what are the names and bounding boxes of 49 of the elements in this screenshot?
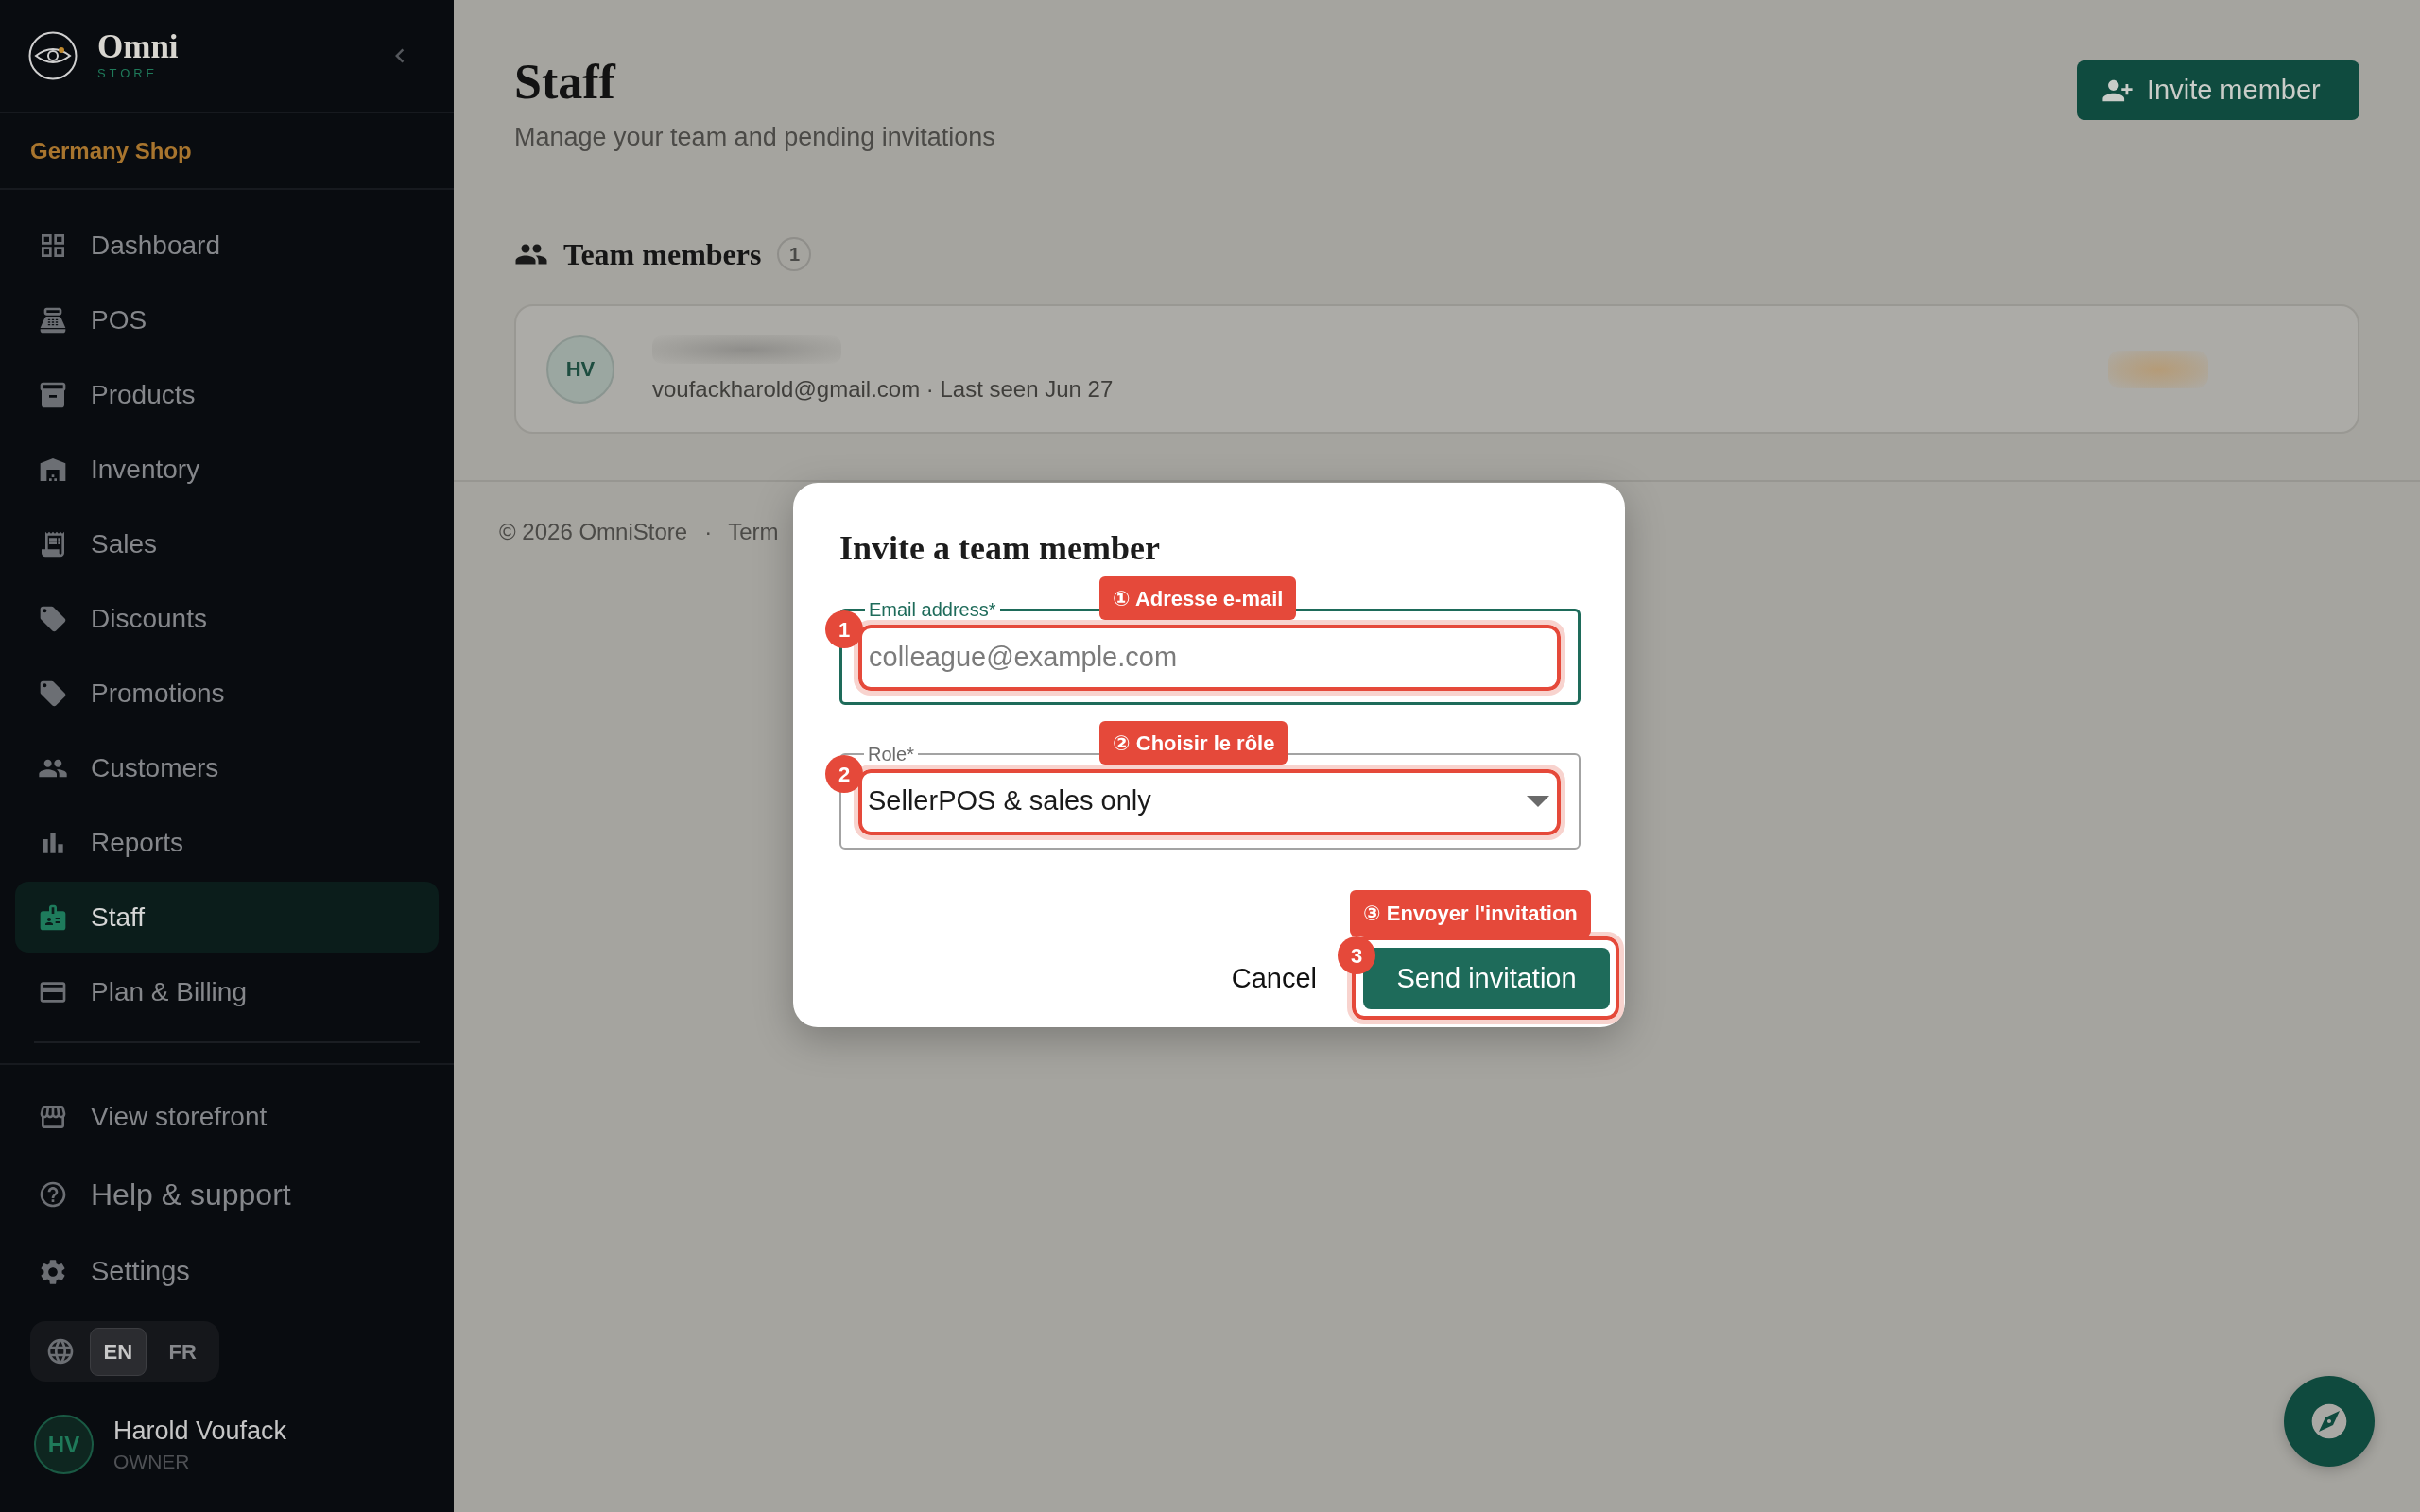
dropdown-caret-icon bbox=[1527, 796, 1549, 807]
language-option[interactable]: FR bbox=[154, 1327, 211, 1376]
separator-dot: · bbox=[704, 518, 713, 546]
user-role: OWNER bbox=[113, 1450, 191, 1474]
field-label: Role* bbox=[867, 743, 915, 765]
footer-link[interactable]: Term bbox=[728, 518, 779, 546]
nav-item[interactable]: POS bbox=[15, 284, 439, 355]
cancel-button[interactable]: Cancel bbox=[1229, 948, 1319, 1009]
user-name: Harold Voufack bbox=[113, 1416, 287, 1447]
nav-item[interactable]: Sales bbox=[15, 508, 439, 579]
field-label: Email address* bbox=[868, 598, 997, 621]
nav-item[interactable]: Plan & Billing bbox=[15, 956, 439, 1027]
annotation-tag: ② Choisir le rôle bbox=[1099, 721, 1288, 765]
nav-item[interactable]: Promotions bbox=[15, 658, 439, 729]
annotation-tag: ③ Envoyer l'invitation bbox=[1350, 890, 1591, 936]
sidebar-link[interactable]: View storefront bbox=[15, 1083, 439, 1151]
nav-item[interactable]: Discounts bbox=[15, 583, 439, 654]
copyright-text: © 2026 OmniStore bbox=[499, 518, 688, 546]
step-number: 2 bbox=[825, 755, 863, 793]
sidebar-link[interactable]: Settings bbox=[15, 1238, 439, 1306]
step-number: 1 bbox=[825, 610, 863, 648]
nav-item[interactable]: Inventory bbox=[15, 434, 439, 505]
page-title: Staff bbox=[514, 58, 617, 107]
nav-item[interactable]: Reports bbox=[15, 807, 439, 878]
annotation-tag: ① Adresse e-mail bbox=[1099, 576, 1297, 620]
nav-item[interactable]: Customers bbox=[15, 732, 439, 803]
dialog-title: Invite a team member bbox=[839, 531, 1161, 565]
count-badge: 1 bbox=[777, 237, 812, 271]
globe-icon bbox=[45, 1336, 76, 1366]
shop-name: Germany Shop bbox=[30, 136, 192, 165]
brand-name: Omni bbox=[97, 30, 179, 64]
select-input[interactable]: SellerPOS & sales only bbox=[865, 772, 1549, 831]
page-subtitle: Manage your team and pending invitations bbox=[514, 122, 995, 152]
sidebar-link[interactable]: Help & support bbox=[15, 1160, 439, 1228]
member-details: voufackharold@gmail.com · Last seen Jun 27 bbox=[652, 374, 1114, 404]
step-number: 3 bbox=[1338, 936, 1375, 974]
member-avatar: HV bbox=[546, 335, 614, 404]
text-input[interactable]: colleague@example.com bbox=[866, 627, 1550, 686]
nav-item[interactable]: Products bbox=[15, 359, 439, 430]
invite-member-button[interactable]: Invite member bbox=[2077, 60, 2360, 120]
brand-tagline: STORE bbox=[97, 66, 160, 81]
language-option[interactable]: EN bbox=[90, 1327, 147, 1376]
user-avatar: HV bbox=[34, 1415, 94, 1474]
nav-item[interactable]: Staff bbox=[15, 882, 439, 953]
section-title: Team members bbox=[563, 237, 762, 271]
logo-icon bbox=[28, 31, 78, 80]
send-button[interactable]: Send invitation bbox=[1363, 948, 1610, 1009]
help-icon bbox=[38, 1179, 68, 1210]
nav-item[interactable]: Dashboard bbox=[15, 210, 439, 281]
